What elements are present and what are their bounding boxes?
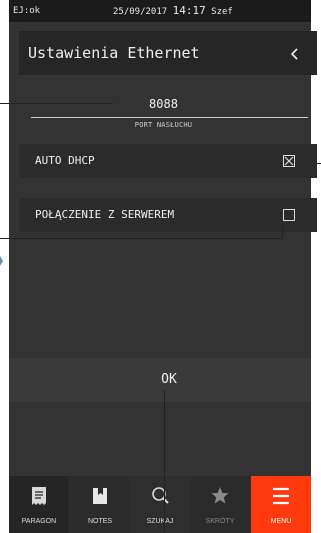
tab-skroty[interactable]: SKRÓTY bbox=[190, 476, 250, 533]
tab-notes[interactable]: NOTES bbox=[70, 476, 130, 533]
title-bar: Ustawienia Ethernet bbox=[19, 31, 317, 75]
device-screen: EJ:ok 25/09/2017 14:17 Szef Ustawienia E… bbox=[9, 0, 317, 533]
server-connection-row[interactable]: POŁĄCZENIE Z SERWEREM bbox=[19, 198, 317, 232]
port-underline bbox=[31, 117, 308, 118]
datetime: 25/09/2017 14:17 Szef bbox=[113, 0, 233, 23]
chevron-left-icon bbox=[290, 47, 298, 60]
tab-szukaj[interactable]: SZUKAJ bbox=[130, 476, 190, 533]
tab-menu-label: MENU bbox=[270, 518, 292, 525]
tab-menu[interactable]: MENU bbox=[251, 476, 311, 533]
tab-skroty-label: SKRÓTY bbox=[205, 518, 235, 525]
status-date: 25/09/2017 bbox=[113, 7, 168, 17]
callout-line-port bbox=[0, 103, 113, 104]
auto-dhcp-label: AUTO DHCP bbox=[35, 154, 95, 167]
star-icon bbox=[211, 487, 229, 504]
server-connection-label: POŁĄCZENIE Z SERWEREM bbox=[35, 208, 175, 221]
ok-button[interactable]: OK bbox=[9, 358, 311, 402]
page-title: Ustawienia Ethernet bbox=[28, 44, 200, 62]
auto-dhcp-row[interactable]: AUTO DHCP bbox=[19, 144, 317, 178]
tab-notes-label: NOTES bbox=[87, 518, 113, 525]
ej-status: EJ:ok bbox=[13, 6, 41, 16]
back-button[interactable] bbox=[282, 31, 308, 75]
notes-icon bbox=[93, 488, 107, 504]
callout-marker bbox=[0, 256, 3, 266]
callout-line-dhcp bbox=[313, 163, 321, 164]
port-label: PORT NASŁUCHU bbox=[134, 121, 193, 129]
port-value[interactable]: 8088 bbox=[21, 97, 306, 111]
auto-dhcp-checkbox[interactable] bbox=[283, 155, 295, 167]
callout-line-server-v bbox=[282, 223, 283, 239]
menu-icon bbox=[273, 487, 289, 505]
callout-line-server-h bbox=[0, 238, 283, 239]
status-bar: EJ:ok 25/09/2017 14:17 Szef bbox=[9, 0, 311, 22]
tab-szukaj-label: SZUKAJ bbox=[146, 518, 174, 525]
server-connection-checkbox[interactable] bbox=[283, 209, 295, 221]
status-user: Szef bbox=[211, 7, 233, 17]
status-time: 14:17 bbox=[172, 4, 206, 17]
search-icon bbox=[152, 487, 169, 504]
receipt-icon bbox=[32, 487, 46, 505]
ok-button-label: OK bbox=[161, 372, 177, 387]
callout-line-ok bbox=[164, 390, 165, 533]
tab-paragon[interactable]: PARAGON bbox=[9, 476, 69, 533]
checked-x-icon bbox=[284, 156, 294, 166]
tab-paragon-label: PARAGON bbox=[21, 518, 57, 525]
bottom-tab-bar: PARAGON NOTES SZUKAJ SKRÓTY MENU bbox=[9, 476, 311, 533]
